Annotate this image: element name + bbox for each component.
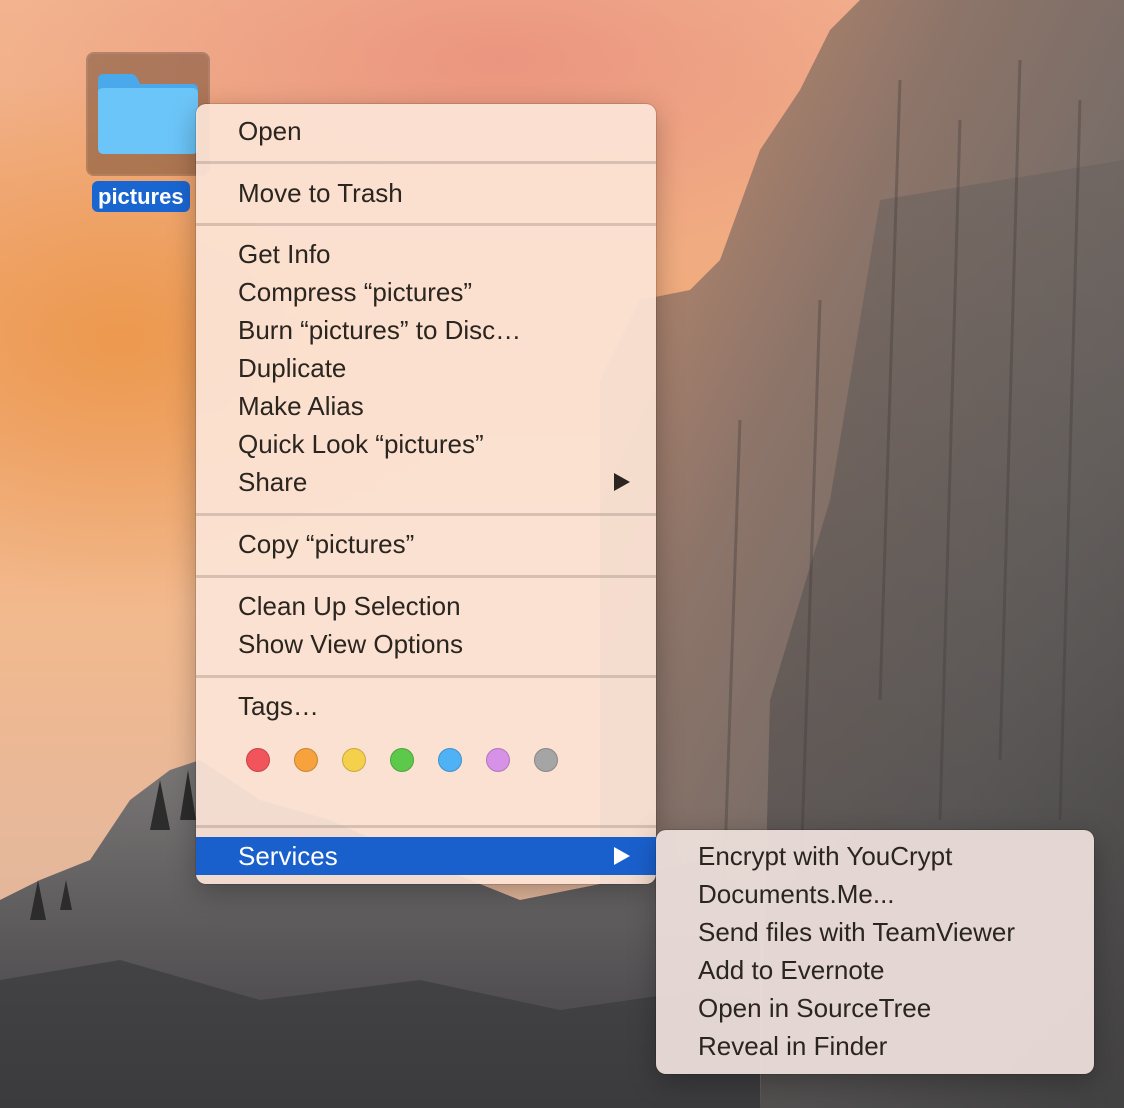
menu-item-label: Show View Options <box>238 629 463 659</box>
submenu-item-add-to-evernote[interactable]: Add to Evernote <box>656 951 1094 989</box>
menu-separator <box>196 513 656 516</box>
menu-item-label: Quick Look “pictures” <box>238 429 484 459</box>
menu-item-move-to-trash[interactable]: Move to Trash <box>196 174 656 212</box>
menu-item-label: Tags… <box>238 691 319 721</box>
tag-green-dot[interactable] <box>390 748 414 772</box>
menu-item-tags[interactable]: Tags… <box>196 687 656 725</box>
menu-item-share[interactable]: Share <box>196 463 656 501</box>
menu-item-make-alias[interactable]: Make Alias <box>196 387 656 425</box>
services-submenu: Encrypt with YouCrypt Documents.Me... Se… <box>656 830 1094 1074</box>
menu-item-duplicate[interactable]: Duplicate <box>196 349 656 387</box>
menu-item-burn-to-disc[interactable]: Burn “pictures” to Disc… <box>196 311 656 349</box>
menu-item-quick-look[interactable]: Quick Look “pictures” <box>196 425 656 463</box>
submenu-item-encrypt-youcrypt[interactable]: Encrypt with YouCrypt <box>656 837 1094 875</box>
menu-separator <box>196 575 656 578</box>
folder-icon <box>98 74 198 154</box>
menu-item-label: Make Alias <box>238 391 364 421</box>
menu-separator <box>196 223 656 226</box>
menu-item-label: Burn “pictures” to Disc… <box>238 315 522 345</box>
tag-gray-dot[interactable] <box>534 748 558 772</box>
menu-item-open[interactable]: Open <box>196 112 656 150</box>
menu-item-label: Documents.Me... <box>698 879 895 909</box>
folder-name-label[interactable]: pictures <box>92 181 190 212</box>
menu-item-services[interactable]: Services <box>196 837 656 875</box>
menu-separator <box>196 161 656 164</box>
menu-separator <box>196 675 656 678</box>
submenu-arrow-icon <box>614 473 630 491</box>
menu-separator <box>196 825 656 828</box>
menu-item-label: Clean Up Selection <box>238 591 461 621</box>
menu-item-label: Duplicate <box>238 353 347 383</box>
menu-item-label: Encrypt with YouCrypt <box>698 841 953 871</box>
menu-item-show-view-options[interactable]: Show View Options <box>196 625 656 663</box>
folder-icon-tile[interactable] <box>86 52 210 176</box>
menu-item-copy[interactable]: Copy “pictures” <box>196 525 656 563</box>
submenu-item-send-teamviewer[interactable]: Send files with TeamViewer <box>656 913 1094 951</box>
submenu-item-documents-me[interactable]: Documents.Me... <box>656 875 1094 913</box>
submenu-item-open-sourcetree[interactable]: Open in SourceTree <box>656 989 1094 1027</box>
menu-item-label: Add to Evernote <box>698 955 885 985</box>
submenu-item-reveal-in-finder[interactable]: Reveal in Finder <box>656 1027 1094 1065</box>
menu-item-label: Open <box>238 116 302 146</box>
menu-item-label: Services <box>238 841 338 871</box>
tag-red-dot[interactable] <box>246 748 270 772</box>
menu-item-label: Share <box>238 467 308 497</box>
menu-item-label: Reveal in Finder <box>698 1031 888 1061</box>
menu-item-label: Move to Trash <box>238 178 403 208</box>
menu-item-label: Compress “pictures” <box>238 277 473 307</box>
menu-item-label: Copy “pictures” <box>238 529 415 559</box>
context-menu: Open Move to Trash Get Info Compress “pi… <box>196 104 656 884</box>
tag-yellow-dot[interactable] <box>342 748 366 772</box>
tag-orange-dot[interactable] <box>294 748 318 772</box>
menu-item-get-info[interactable]: Get Info <box>196 235 656 273</box>
menu-item-label: Send files with TeamViewer <box>698 917 1015 947</box>
menu-item-label: Open in SourceTree <box>698 993 932 1023</box>
tag-purple-dot[interactable] <box>486 748 510 772</box>
desktop: pictures Open Move to Trash Get Info Com… <box>0 0 1124 1108</box>
submenu-arrow-icon <box>614 847 630 865</box>
menu-item-clean-up-selection[interactable]: Clean Up Selection <box>196 587 656 625</box>
menu-item-label: Get Info <box>238 239 331 269</box>
menu-item-compress[interactable]: Compress “pictures” <box>196 273 656 311</box>
tag-blue-dot[interactable] <box>438 748 462 772</box>
